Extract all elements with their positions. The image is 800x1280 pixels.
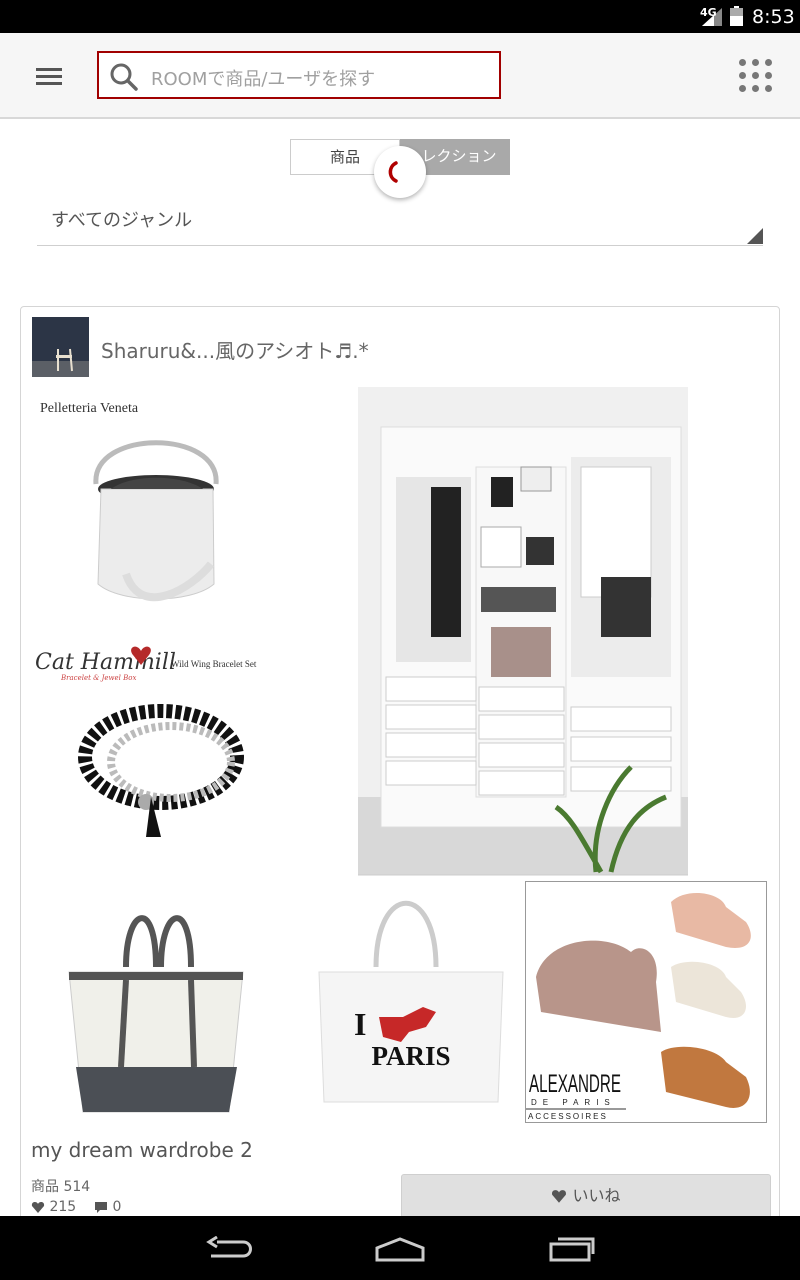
like-button[interactable]: いいね: [401, 1174, 771, 1218]
brand-text: ALEXANDRE: [529, 1070, 621, 1098]
text-paris: PARIS: [371, 1041, 450, 1071]
back-icon[interactable]: [205, 1236, 253, 1262]
comment-icon: [95, 1201, 107, 1213]
brand-text: Cat Hammill: [35, 650, 176, 675]
avatar[interactable]: [32, 317, 89, 377]
item-image-paris-tote[interactable]: I PARIS: [291, 887, 541, 1127]
network-label: 4G: [700, 6, 717, 19]
item-count: 商品 514: [31, 1176, 90, 1196]
collection-card[interactable]: Sharuru&...風のアシオト♬.* Pelletteria Veneta …: [20, 306, 780, 1246]
item-image-closet[interactable]: [341, 387, 706, 877]
item-image-bucket-bag[interactable]: Pelletteria Veneta: [31, 389, 281, 629]
script-text: Bracelet & Jewel Box: [60, 674, 137, 682]
loading-spinner: [374, 146, 426, 198]
home-icon[interactable]: [374, 1236, 426, 1262]
grid-apps-icon[interactable]: [736, 57, 776, 97]
comments-count: 0: [112, 1199, 122, 1215]
sub-text: DE PARIS: [531, 1098, 616, 1107]
likes-count: 215: [49, 1199, 77, 1215]
status-bar: 4G 8:53: [0, 0, 800, 33]
dropdown-arrow-icon: [747, 228, 763, 244]
items-label: 商品: [31, 1179, 59, 1195]
item-image-bracelet[interactable]: Cat Hammill Bracelet & Jewel Box Wild Wi…: [31, 637, 281, 852]
genre-dropdown[interactable]: すべてのジャンル: [37, 196, 763, 246]
search-input[interactable]: ROOMで商品/ユーザを探す: [97, 51, 501, 99]
text-i: I: [354, 1006, 366, 1042]
search-placeholder: ROOMで商品/ユーザを探す: [151, 69, 376, 90]
sub-text-2: ACCESSOIRES: [528, 1112, 608, 1121]
item-image-hair-claws[interactable]: ALEXANDRE DE PARIS ACCESSOIRES: [525, 881, 767, 1123]
clock: 8:53: [752, 6, 795, 28]
app-bar: ROOMで商品/ユーザを探す: [0, 33, 800, 119]
heart-icon: [31, 1201, 45, 1213]
collection-title[interactable]: my dream wardrobe 2: [31, 1138, 253, 1162]
like-button-label: いいね: [572, 1186, 621, 1205]
system-nav-bar: [0, 1216, 800, 1280]
search-icon: [110, 63, 138, 91]
sub-text: Wild Wing Bracelet Set: [171, 659, 257, 669]
brand-text: Pelletteria Veneta: [40, 401, 139, 416]
collection-stats: 215 0: [31, 1199, 121, 1215]
item-image-tote-bag[interactable]: [31, 887, 281, 1127]
recent-apps-icon[interactable]: [548, 1234, 596, 1264]
heart-icon: [552, 1190, 567, 1203]
genre-selected: すべてのジャンル: [51, 210, 193, 231]
hamburger-menu-icon[interactable]: [28, 59, 70, 95]
collection-owner-name[interactable]: Sharuru&...風のアシオト♬.*: [101, 335, 369, 364]
battery-icon: [730, 6, 743, 26]
items-count: 514: [63, 1179, 91, 1195]
